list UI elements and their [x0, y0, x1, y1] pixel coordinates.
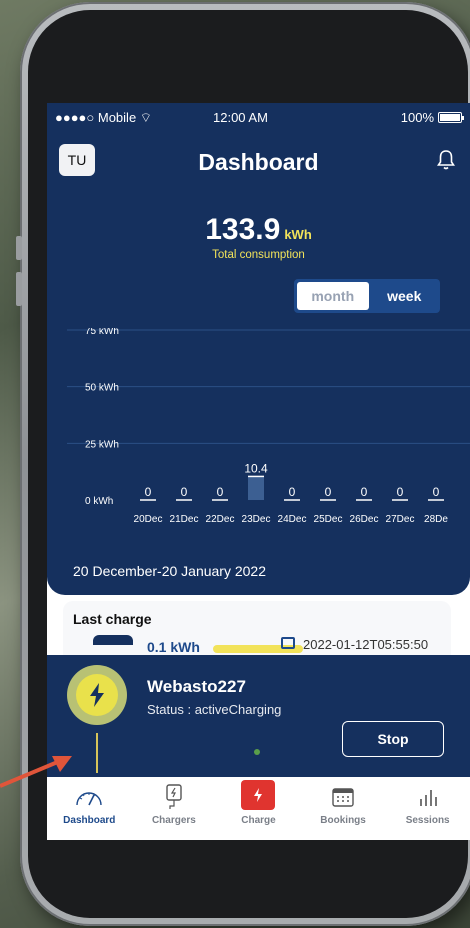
wifi-icon: ⌔	[139, 110, 153, 125]
x-tick-label: 20Dec	[134, 514, 163, 525]
pointer-arrow-icon	[0, 756, 72, 788]
x-tick-label: 28De	[424, 514, 448, 525]
total-value: 133.9	[205, 213, 281, 246]
active-session-panel: Webasto227 Status : activeCharging Stop	[47, 655, 470, 777]
tab-bookings[interactable]: Bookings	[301, 777, 386, 840]
y-tick-label: 75 kWh	[85, 328, 119, 337]
data-label: 0	[181, 485, 188, 499]
data-label: 0	[145, 485, 152, 499]
gauge-icon	[76, 792, 102, 806]
status-bar: ●●●●○ Mobile ⌔ 12:00 AM 100%	[47, 103, 470, 133]
week-toggle[interactable]: week	[369, 279, 441, 313]
last-charge-date: 2022-01-12T05:55:50	[303, 637, 429, 652]
month-toggle[interactable]: month	[297, 282, 369, 310]
bolt-icon	[90, 683, 104, 707]
bell-icon[interactable]	[436, 149, 456, 171]
car-icon	[93, 635, 133, 645]
session-status: Status : activeCharging	[147, 702, 282, 717]
total-unit: kWh	[284, 227, 312, 242]
data-label: 0	[397, 485, 404, 499]
page-title: Dashboard	[198, 149, 319, 175]
battery-status: 100%	[401, 110, 464, 125]
stop-button[interactable]: Stop	[342, 721, 444, 757]
data-label: 0	[361, 485, 368, 499]
tab-sessions-label: Sessions	[405, 815, 450, 826]
progress-line	[96, 733, 98, 773]
bolt-icon	[254, 788, 263, 802]
x-tick-label: 24Dec	[278, 514, 307, 525]
tab-chargers-label: Chargers	[151, 815, 196, 826]
tab-bookings-label: Bookings	[320, 815, 366, 826]
y-tick-label: 0 kWh	[85, 496, 113, 507]
phone-side-button	[16, 236, 22, 260]
x-tick-label: 21Dec	[170, 514, 199, 525]
x-tick-label: 26Dec	[350, 514, 379, 525]
data-label: 10.4	[244, 461, 268, 475]
tab-charge[interactable]: Charge	[216, 777, 301, 840]
data-label: 0	[217, 485, 224, 499]
total-label: Total consumption	[212, 249, 305, 261]
x-tick-label: 22Dec	[206, 514, 235, 525]
bar-chart-icon	[419, 790, 437, 806]
dashboard-panel: TU Dashboard 133.9 kWh Total consumption …	[47, 133, 470, 595]
charging-status-indicator	[67, 665, 127, 725]
last-charge-heading: Last charge	[73, 611, 152, 627]
tab-charge-label: Charge	[241, 815, 276, 826]
tab-bar: Dashboard Chargers Charge Bookings Sessi…	[47, 777, 470, 840]
battery-icon	[438, 112, 464, 123]
phone-side-button	[16, 272, 22, 306]
chart-bar	[248, 476, 264, 500]
period-toggle: month week	[294, 279, 440, 313]
data-label: 0	[325, 485, 332, 499]
pager-dot[interactable]	[254, 749, 260, 755]
tab-chargers[interactable]: Chargers	[132, 777, 217, 840]
date-range: 20 December-20 January 2022	[73, 563, 267, 579]
app-screen: ●●●●○ Mobile ⌔ 12:00 AM 100% TU Dashboar…	[47, 103, 470, 840]
y-tick-label: 25 kWh	[85, 439, 119, 450]
data-label: 0	[289, 485, 296, 499]
x-tick-label: 25Dec	[314, 514, 343, 525]
x-tick-label: 27Dec	[386, 514, 415, 525]
charge-button[interactable]	[241, 780, 276, 810]
total-consumption: 133.9 kWh Total consumption	[47, 213, 470, 261]
last-charge-energy: 0.1 kWh	[147, 639, 200, 655]
consumption-chart: 0 kWh 25 kWh 50 kWh 75 kWh 0 20Dec 0 21Dec 0 22De…	[67, 328, 470, 525]
y-tick-label: 50 kWh	[85, 383, 119, 394]
charger-icon	[166, 784, 182, 809]
x-tick-label: 23Dec	[242, 514, 271, 525]
clock: 12:00 AM	[213, 110, 268, 125]
tab-sessions[interactable]: Sessions	[385, 777, 470, 840]
calendar-icon	[332, 788, 354, 807]
data-label: 0	[433, 485, 440, 499]
calendar-icon	[281, 637, 295, 649]
station-name: Webasto227	[147, 677, 246, 696]
tab-dashboard-label: Dashboard	[63, 815, 116, 826]
carrier-label: ●●●●○ Mobile ⌔	[55, 110, 153, 125]
